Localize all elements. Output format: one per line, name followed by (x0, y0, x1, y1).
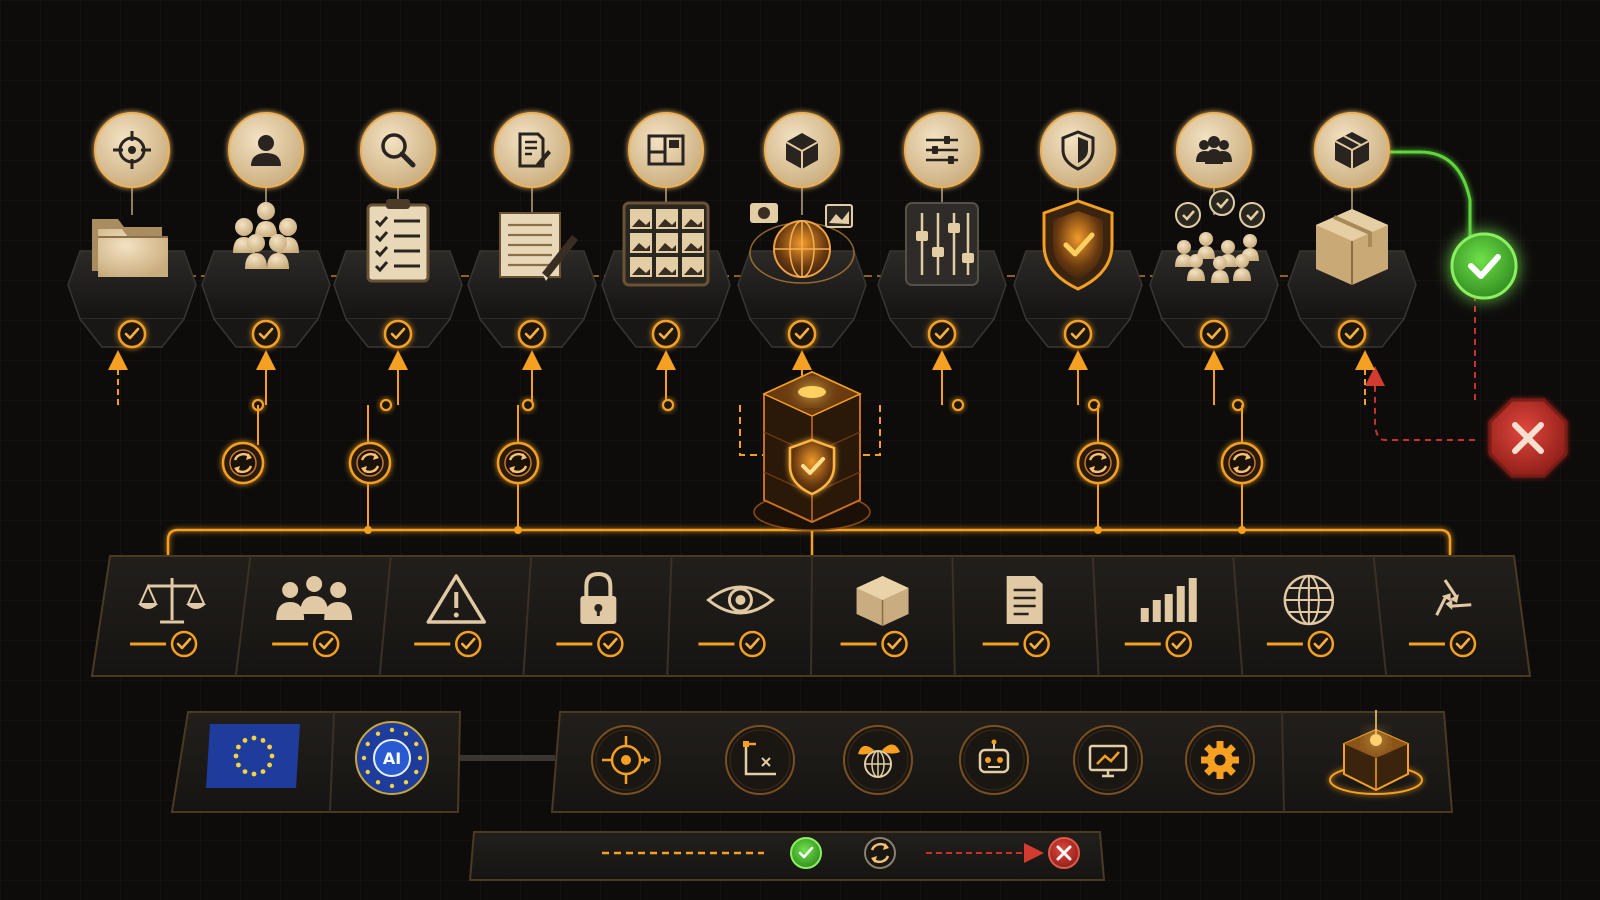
folders-icon (92, 219, 168, 277)
legend-rejected (1048, 837, 1080, 869)
eu-star (251, 735, 257, 741)
tool-button[interactable] (959, 725, 1029, 795)
principle-check-badge (881, 630, 908, 658)
eu-star (361, 755, 367, 761)
ai-badge-icon: AI (355, 721, 429, 795)
bottom-panels: AI (170, 710, 1454, 813)
eu-star (267, 744, 272, 750)
eu-star (365, 769, 370, 775)
eu-flag-icon (206, 724, 300, 788)
step-circle[interactable] (904, 112, 980, 188)
gear-icon (1201, 741, 1239, 779)
ai-badge-label: AI (383, 749, 401, 768)
eu-star (403, 731, 409, 736)
step-check-badge (117, 319, 147, 349)
bus-junction (379, 398, 393, 412)
principle-check-badge (1023, 630, 1050, 658)
cardboard-box-icon (1316, 209, 1388, 285)
step-check-badge (651, 319, 681, 349)
eu-star (269, 753, 275, 759)
principle-check-badge (170, 630, 198, 658)
step-circle[interactable] (764, 112, 840, 188)
legend-board (468, 831, 1106, 881)
step-circle[interactable] (494, 112, 570, 188)
globe-icon (1283, 574, 1335, 626)
eu-star (375, 731, 381, 736)
principle-divider (810, 555, 813, 677)
step-check-badge (927, 319, 957, 349)
eu-star (389, 783, 395, 789)
step-circle[interactable] (1176, 112, 1252, 188)
document-icon (1006, 576, 1043, 624)
principle-bus-dot (1238, 526, 1246, 534)
step-check-badge (517, 319, 547, 349)
step-check-badge (1063, 319, 1093, 349)
eu-star (236, 744, 241, 750)
bus-junction (661, 398, 675, 412)
principle-check-badge (455, 630, 482, 658)
step-circle[interactable] (360, 112, 436, 188)
step-check-badge (787, 319, 817, 349)
principle-bus-dot (364, 526, 372, 534)
principle-check-badge (1307, 630, 1335, 658)
principle-bus-dot (514, 526, 522, 534)
step-circle[interactable] (94, 112, 170, 188)
step-check-badge (1337, 319, 1367, 349)
eu-star (403, 780, 409, 785)
principle-bus-dot (1094, 526, 1102, 534)
principle-check-badge (597, 630, 624, 658)
reject-octagon-icon (1488, 398, 1568, 478)
bus-junction (521, 398, 535, 412)
step-check-badge (251, 319, 281, 349)
eu-star (236, 762, 241, 768)
eu-star (389, 727, 395, 733)
eu-star (417, 755, 423, 761)
mixer-sliders-icon (905, 202, 979, 286)
cycle-node[interactable] (348, 441, 392, 485)
legend-iteration (864, 837, 896, 869)
eu-star (375, 780, 381, 785)
cycle-node[interactable] (496, 441, 540, 485)
legend-approved (790, 837, 822, 869)
cycle-node[interactable] (1220, 441, 1264, 485)
eu-star (242, 738, 248, 743)
tool-button[interactable] (725, 725, 795, 795)
tool-button[interactable] (1185, 725, 1255, 795)
diagram-canvas: AI (0, 0, 1600, 900)
principles-panel (90, 555, 1532, 677)
eu-star (365, 741, 370, 747)
eu-star (260, 769, 266, 774)
principle-check-badge (739, 630, 766, 658)
eu-star (260, 738, 266, 743)
cycle-node[interactable] (221, 441, 265, 485)
legend-panel (468, 831, 1106, 881)
image-grid-icon (622, 201, 710, 287)
step-circle[interactable] (628, 112, 704, 188)
principle-check-badge (1165, 630, 1192, 658)
eu-star (251, 771, 257, 777)
tool-button[interactable] (843, 725, 913, 795)
principle-check-badge (312, 630, 340, 658)
principle-check-badge (1449, 630, 1477, 658)
bus-junction (951, 398, 965, 412)
step-check-badge (383, 319, 413, 349)
eu-star (233, 753, 239, 759)
checklist-clipboard-icon (366, 199, 430, 283)
eu-star (242, 769, 248, 774)
sliders-icon (926, 136, 958, 164)
governance-pipeline-diagram: AI (0, 0, 1600, 900)
step-circle[interactable] (1314, 112, 1390, 188)
check-circle-icon (1450, 232, 1518, 300)
step-check-badge (1199, 319, 1229, 349)
tool-button[interactable] (1073, 725, 1143, 795)
eu-star (267, 762, 272, 768)
eu-star (414, 741, 419, 747)
cycle-node[interactable] (1076, 441, 1120, 485)
step-circle[interactable] (1040, 112, 1116, 188)
tool-button[interactable] (591, 725, 661, 795)
eu-star (414, 769, 419, 775)
step-circle[interactable] (228, 112, 304, 188)
